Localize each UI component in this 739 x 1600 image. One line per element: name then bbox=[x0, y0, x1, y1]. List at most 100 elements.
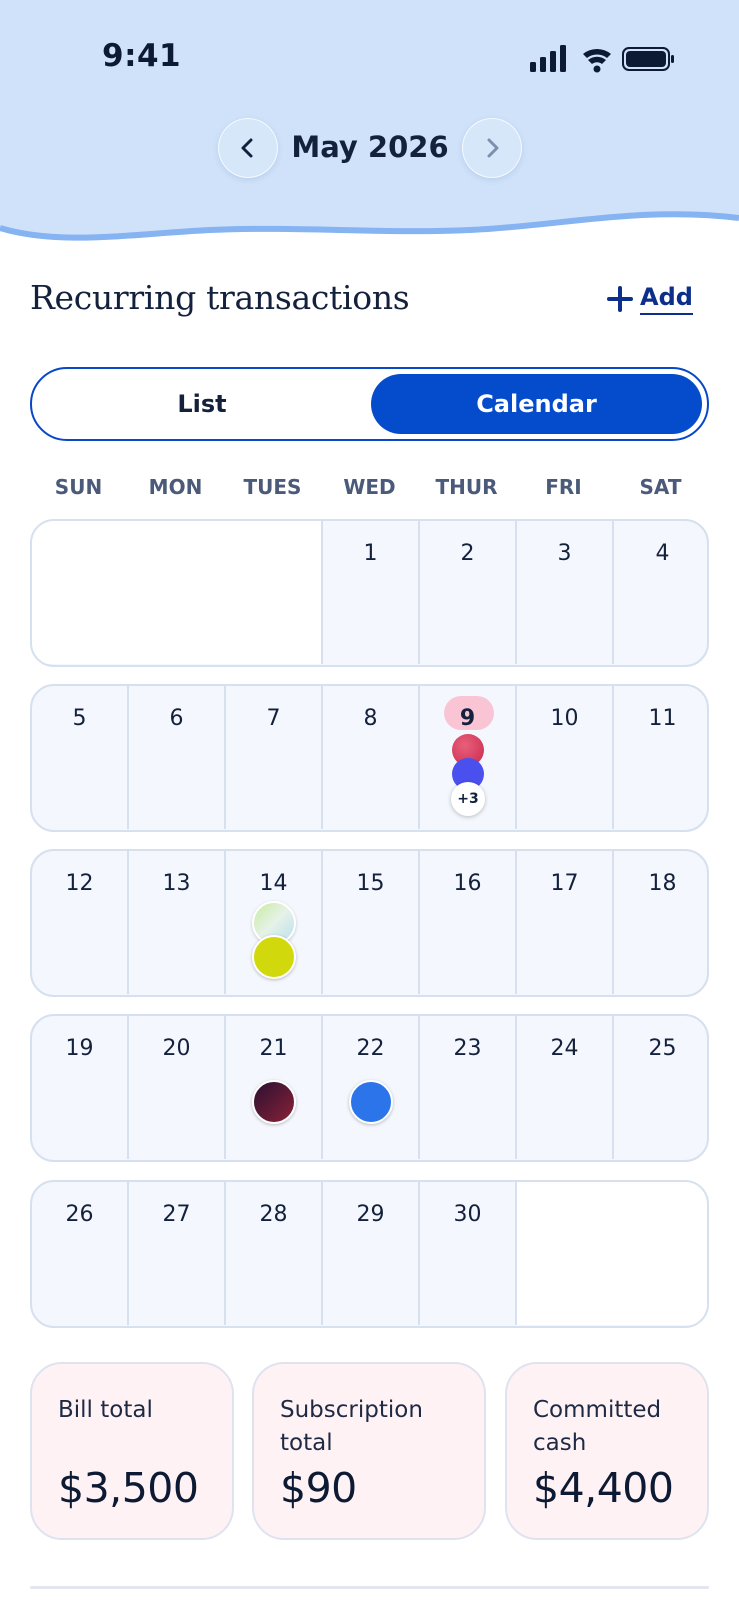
day-number: 26 bbox=[65, 1202, 94, 1227]
add-button-label: Add bbox=[640, 283, 693, 315]
calendar-day-cell[interactable]: 14 bbox=[226, 851, 323, 994]
weekday-label: WED bbox=[343, 475, 396, 499]
bill-total-card[interactable]: Bill total $3,500 bbox=[30, 1362, 234, 1540]
day-number: 30 bbox=[453, 1202, 482, 1227]
calendar-day-cell[interactable]: 8 bbox=[323, 686, 420, 829]
plus-icon bbox=[606, 285, 634, 313]
calendar-day-cell[interactable]: 24 bbox=[517, 1016, 614, 1159]
weekday-label: SUN bbox=[54, 475, 103, 499]
chevron-right-icon bbox=[487, 138, 499, 158]
day-number: 24 bbox=[550, 1036, 579, 1061]
day-number: 22 bbox=[356, 1036, 385, 1061]
transaction-dot-blue[interactable] bbox=[349, 1080, 393, 1124]
day-number: 10 bbox=[550, 706, 579, 731]
day-number: 18 bbox=[648, 871, 677, 896]
day-number: 12 bbox=[65, 871, 94, 896]
wifi-icon bbox=[583, 48, 611, 73]
calendar-week-2: 5 6 7 8 9 +3 10 11 bbox=[30, 684, 709, 832]
calendar-day-cell[interactable]: 10 bbox=[517, 686, 614, 829]
weekday-label: THUR bbox=[435, 475, 498, 499]
chevron-left-icon bbox=[241, 138, 253, 158]
calendar-day-cell[interactable]: 27 bbox=[129, 1182, 226, 1325]
calendar-day-cell[interactable]: 23 bbox=[420, 1016, 517, 1159]
subscription-total-value: $90 bbox=[280, 1464, 357, 1512]
weekday-header: SUN MON TUES WED THUR FRI SAT bbox=[30, 475, 709, 505]
calendar-empty-cell bbox=[517, 1182, 707, 1325]
day-number: 2 bbox=[460, 541, 475, 566]
calendar-day-cell[interactable]: 16 bbox=[420, 851, 517, 994]
day-number: 5 bbox=[72, 706, 87, 731]
calendar-day-cell[interactable]: 25 bbox=[614, 1016, 707, 1159]
calendar-day-cell[interactable]: 30 bbox=[420, 1182, 517, 1325]
transaction-dot-lime[interactable] bbox=[252, 935, 296, 979]
calendar-day-cell[interactable]: 29 bbox=[323, 1182, 420, 1325]
calendar-week-4: 19 20 21 22 23 24 25 bbox=[30, 1014, 709, 1162]
calendar-day-cell[interactable]: 19 bbox=[32, 1016, 129, 1159]
month-label: May 2026 bbox=[291, 130, 449, 164]
calendar-day-cell[interactable]: 22 bbox=[323, 1016, 420, 1159]
bottom-divider bbox=[30, 1586, 709, 1589]
day-number: 15 bbox=[356, 871, 385, 896]
day-number: 25 bbox=[648, 1036, 677, 1061]
calendar-day-cell[interactable]: 3 bbox=[517, 521, 614, 664]
subscription-total-label: Subscription total bbox=[280, 1397, 423, 1456]
weekday-label: SAT bbox=[639, 475, 682, 499]
more-transactions-badge[interactable]: +3 bbox=[451, 782, 485, 816]
calendar-day-cell[interactable]: 11 bbox=[614, 686, 707, 829]
day-number: 4 bbox=[655, 541, 670, 566]
day-number: 23 bbox=[453, 1036, 482, 1061]
calendar-day-cell[interactable]: 13 bbox=[129, 851, 226, 994]
day-number: 3 bbox=[557, 541, 572, 566]
day-number: 17 bbox=[550, 871, 579, 896]
calendar-day-cell[interactable]: 21 bbox=[226, 1016, 323, 1159]
cellular-signal-icon bbox=[530, 45, 566, 72]
day-number: 13 bbox=[162, 871, 191, 896]
calendar-day-cell[interactable]: 4 bbox=[614, 521, 707, 664]
subscription-total-card[interactable]: Subscription total $90 bbox=[252, 1362, 486, 1540]
month-navigation: May 2026 bbox=[0, 118, 739, 180]
calendar-day-cell[interactable]: 18 bbox=[614, 851, 707, 994]
day-number: 16 bbox=[453, 871, 482, 896]
header: 9:41 May 2026 bbox=[0, 0, 739, 250]
calendar-day-cell[interactable]: 26 bbox=[32, 1182, 129, 1325]
weekday-label: TUES bbox=[243, 475, 302, 499]
list-view-tab[interactable]: List bbox=[37, 374, 367, 434]
calendar-day-cell-today[interactable]: 9 +3 bbox=[420, 686, 517, 829]
previous-month-button[interactable] bbox=[218, 118, 278, 178]
calendar-empty-cell bbox=[32, 521, 323, 664]
day-number: 11 bbox=[648, 706, 677, 731]
committed-cash-value: $4,400 bbox=[533, 1464, 674, 1512]
calendar-day-cell[interactable]: 5 bbox=[32, 686, 129, 829]
calendar-day-cell[interactable]: 6 bbox=[129, 686, 226, 829]
calendar-week-1: 1 2 3 4 bbox=[30, 519, 709, 667]
next-month-button[interactable] bbox=[462, 118, 522, 178]
day-number: 7 bbox=[266, 706, 281, 731]
weekday-label: MON bbox=[148, 475, 203, 499]
day-number: 8 bbox=[363, 706, 378, 731]
transaction-dot-maroon[interactable] bbox=[252, 1080, 296, 1124]
bill-total-label: Bill total bbox=[58, 1397, 153, 1423]
day-number: 20 bbox=[162, 1036, 191, 1061]
calendar-day-cell[interactable]: 1 bbox=[323, 521, 420, 664]
calendar-week-3: 12 13 14 15 16 17 18 bbox=[30, 849, 709, 997]
committed-cash-card[interactable]: Committed cash $4,400 bbox=[505, 1362, 709, 1540]
day-number: 19 bbox=[65, 1036, 94, 1061]
page-title: Recurring transactions bbox=[30, 278, 410, 317]
day-number: 21 bbox=[259, 1036, 288, 1061]
calendar-day-cell[interactable]: 17 bbox=[517, 851, 614, 994]
day-number: 28 bbox=[259, 1202, 288, 1227]
committed-cash-label: Committed cash bbox=[533, 1397, 662, 1456]
bill-total-value: $3,500 bbox=[58, 1464, 199, 1512]
calendar-day-cell[interactable]: 20 bbox=[129, 1016, 226, 1159]
calendar-day-cell[interactable]: 28 bbox=[226, 1182, 323, 1325]
calendar-week-5: 26 27 28 29 30 bbox=[30, 1180, 709, 1328]
calendar-day-cell[interactable]: 12 bbox=[32, 851, 129, 994]
day-number: 29 bbox=[356, 1202, 385, 1227]
add-button[interactable]: Add bbox=[606, 283, 693, 315]
day-number: 1 bbox=[363, 541, 378, 566]
calendar-day-cell[interactable]: 15 bbox=[323, 851, 420, 994]
calendar-day-cell[interactable]: 7 bbox=[226, 686, 323, 829]
calendar-view-tab[interactable]: Calendar bbox=[371, 374, 702, 434]
calendar-day-cell[interactable]: 2 bbox=[420, 521, 517, 664]
day-number: 27 bbox=[162, 1202, 191, 1227]
